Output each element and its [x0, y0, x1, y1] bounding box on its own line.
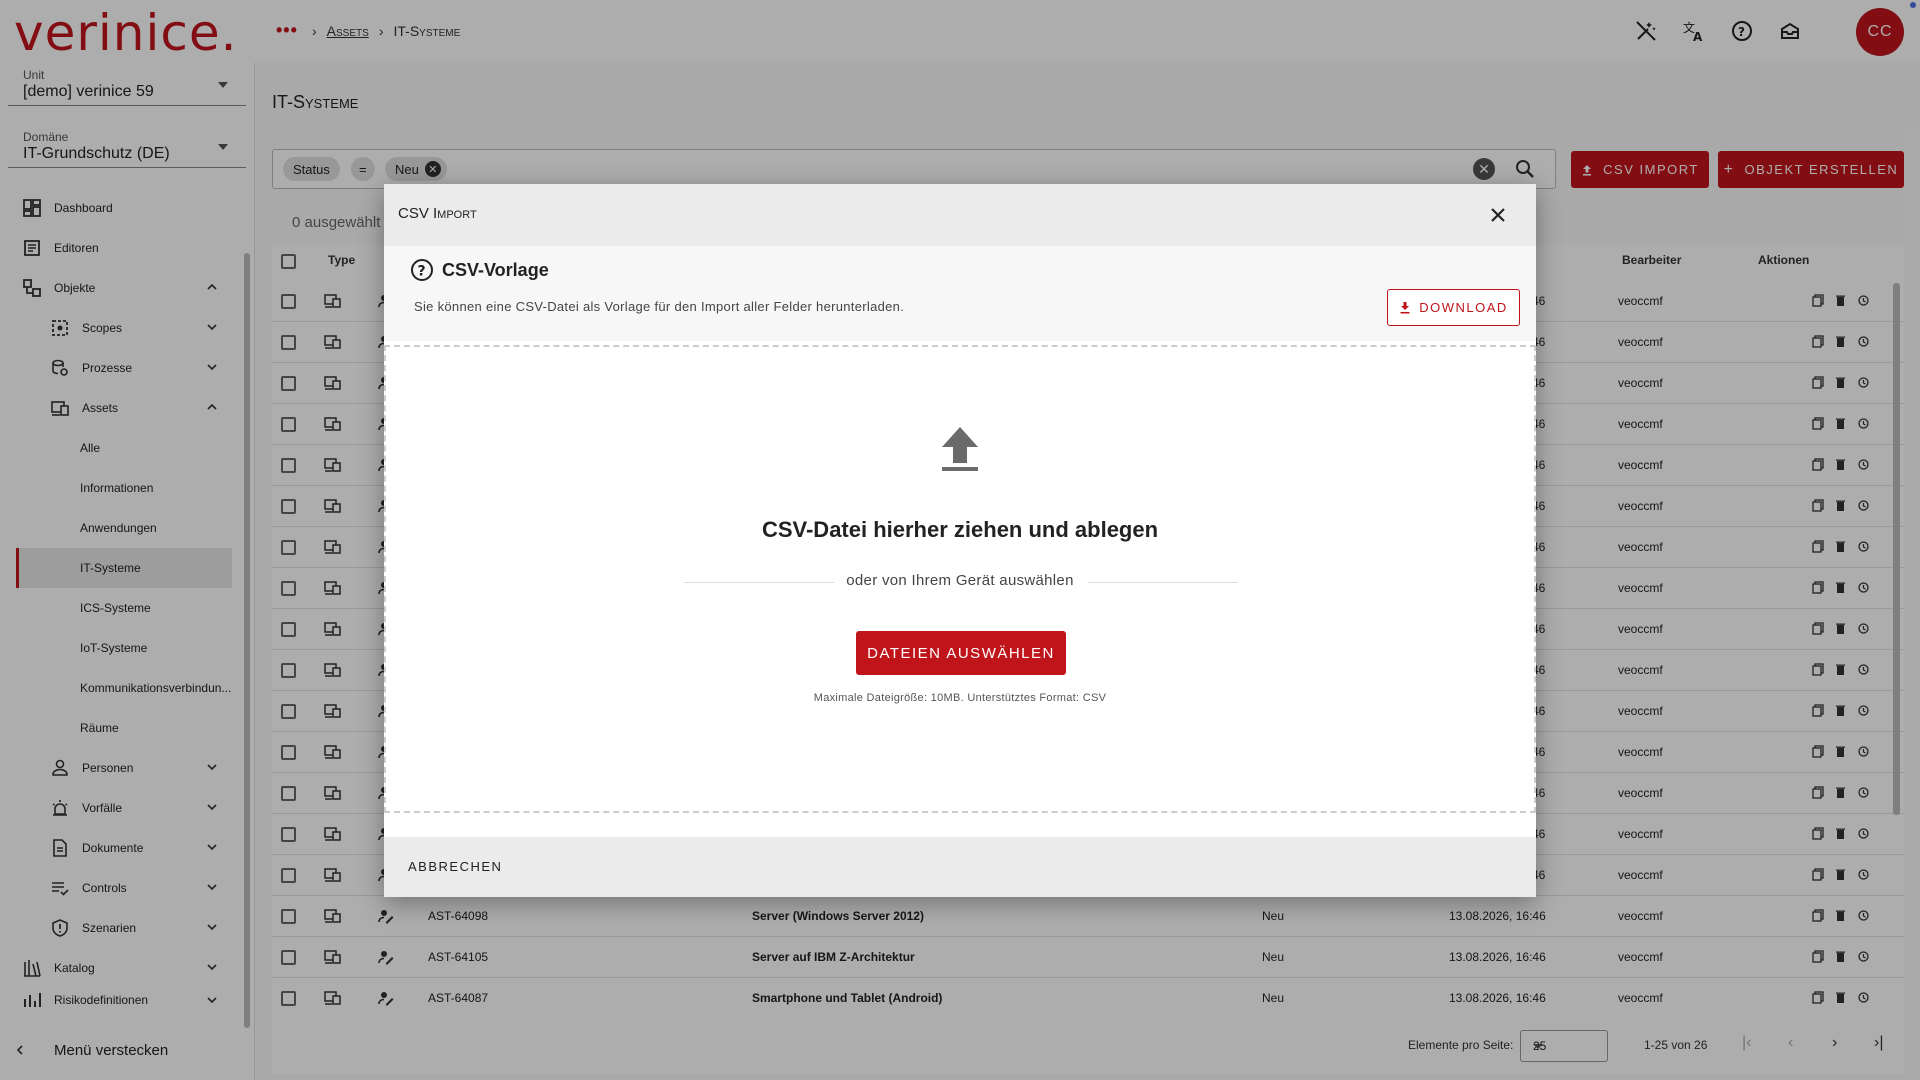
template-section: ? CSV-Vorlage Sie können eine CSV-Datei …: [384, 246, 1536, 341]
max-size-hint: Maximale Dateigröße: 10MB. Unterstütztes…: [813, 692, 1107, 704]
choose-files-button[interactable]: DATEIEN AUSWÄHLEN: [856, 631, 1066, 675]
cancel-button[interactable]: ABBRECHEN: [408, 859, 502, 874]
template-description: Sie können eine CSV-Datei als Vorlage fü…: [414, 299, 905, 314]
help-icon: ?: [410, 258, 434, 282]
dialog-footer: ABBRECHEN: [384, 837, 1536, 897]
template-title: CSV-Vorlage: [442, 259, 549, 280]
download-icon: [1399, 301, 1411, 314]
dialog-header: CSV Import: [384, 184, 1536, 246]
close-icon[interactable]: [1487, 204, 1509, 226]
file-drop-zone[interactable]: CSV-Datei hierher ziehen und ablegen ode…: [384, 345, 1536, 813]
or-text: oder von Ihrem Gerät auswählen: [846, 572, 1074, 589]
upload-arrow-icon: [940, 425, 980, 473]
download-template-button[interactable]: DOWNLOAD: [1387, 289, 1520, 326]
svg-text:?: ?: [418, 264, 426, 280]
drop-title: CSV-Datei hierher ziehen und ablegen: [761, 517, 1159, 542]
dialog-title: CSV Import: [398, 205, 477, 222]
csv-import-dialog: CSV Import ? CSV-Vorlage Sie können eine…: [384, 184, 1536, 897]
